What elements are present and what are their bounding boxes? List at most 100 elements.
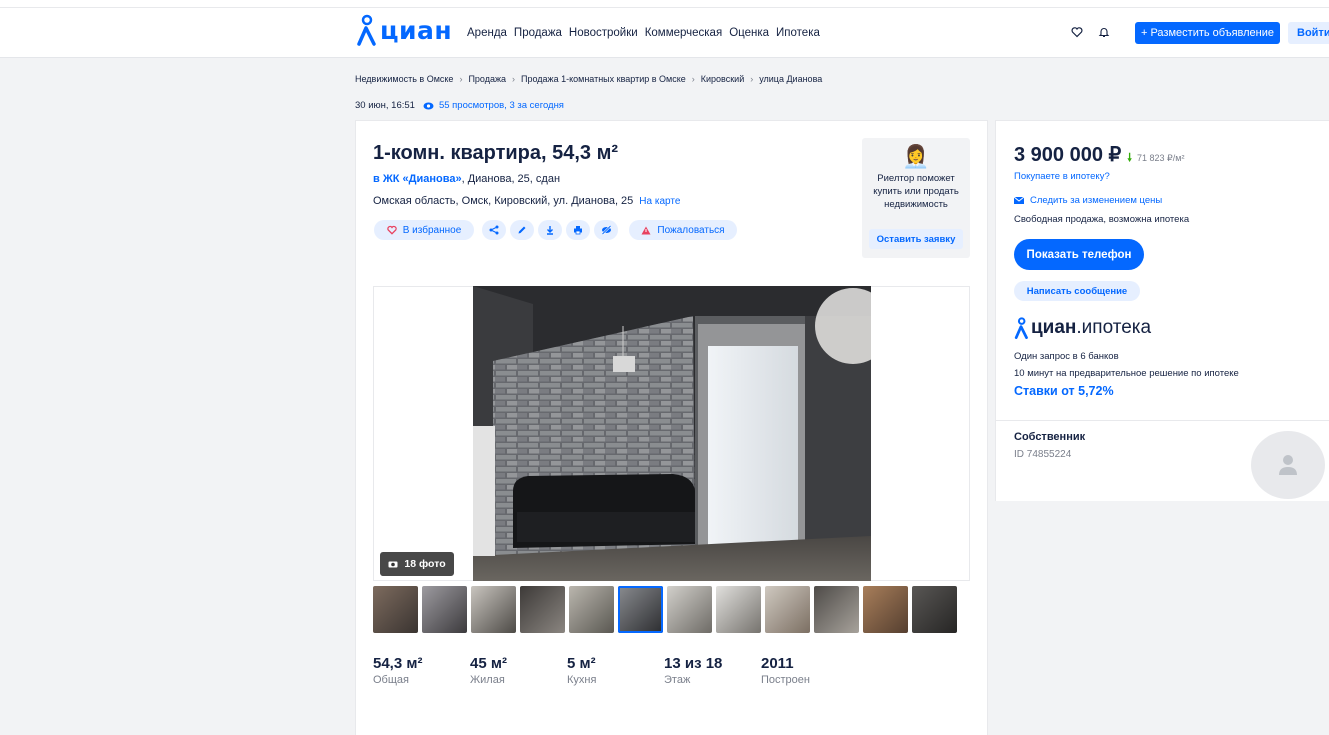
chevron-right-icon: ›: [750, 74, 754, 84]
price-down-arrow-icon: 🠗: [1127, 152, 1132, 164]
thumbnail[interactable]: [373, 586, 418, 633]
thumbnail[interactable]: [422, 586, 467, 633]
heart-icon[interactable]: [1071, 26, 1083, 38]
main-photo[interactable]: [473, 286, 871, 581]
thumbnail[interactable]: [863, 586, 908, 633]
owner-id: ID 74855224: [1014, 449, 1072, 460]
avatar: [1251, 431, 1325, 499]
favorite-button[interactable]: В избранное: [374, 220, 474, 240]
ipoteka-line-1: Один запрос в 6 банков: [1014, 351, 1119, 362]
thumbnail[interactable]: [912, 586, 957, 633]
print-button[interactable]: [566, 220, 590, 240]
main-nav: Аренда Продажа Новостройки Коммерческая …: [467, 27, 827, 39]
complex-link[interactable]: в ЖК «Дианова»: [373, 173, 462, 185]
thumbnail[interactable]: [520, 586, 565, 633]
listing-address: Омская область, Омск, Кировский, ул. Диа…: [373, 195, 680, 207]
bell-icon[interactable]: [1098, 26, 1110, 38]
nav-item-valuation[interactable]: Оценка: [729, 27, 769, 39]
thumbnail[interactable]: [716, 586, 761, 633]
cian-logo[interactable]: циан: [356, 12, 452, 46]
chevron-right-icon: ›: [459, 74, 463, 84]
breadcrumb-item[interactable]: Кировский: [701, 74, 744, 84]
complex-details: , Дианова, 25, сдан: [461, 173, 561, 185]
nav-item-rent[interactable]: Аренда: [467, 27, 507, 39]
post-ad-button[interactable]: + Разместить объявление: [1135, 22, 1280, 44]
breadcrumb-item[interactable]: Недвижимость в Омске: [355, 74, 453, 84]
photo-count-badge[interactable]: 18 фото: [380, 552, 454, 576]
thumbnail[interactable]: [471, 586, 516, 633]
price: 3 900 000 ₽ 🠗 71 823 ₽/м²: [1014, 142, 1184, 168]
write-message-button[interactable]: Написать сообщение: [1014, 281, 1140, 301]
cian-logo-icon: [1014, 317, 1028, 339]
breadcrumb-item[interactable]: улица Дианова: [759, 74, 822, 84]
report-button[interactable]: Пожаловаться: [629, 220, 737, 240]
publish-date: 30 июн, 16:51: [355, 100, 415, 111]
chevron-right-icon: ›: [691, 74, 695, 84]
favorite-label: В избранное: [402, 224, 462, 236]
thumbnail[interactable]: [569, 586, 614, 633]
nav-item-sale[interactable]: Продажа: [514, 27, 562, 39]
mortgage-rate-link[interactable]: Ставки от 5,72%: [1014, 384, 1114, 398]
breadcrumb-item[interactable]: Продажа 1-комнатных квартир в Омске: [521, 74, 686, 84]
fact-value: 2011: [761, 655, 794, 672]
views-count: 55 просмотров, 3 за сегодня: [438, 100, 564, 111]
address-text: Омская область, Омск, Кировский, ул. Диа…: [373, 195, 634, 207]
fact-total-area: 54,3 м² Общая: [373, 655, 470, 686]
thumbnail[interactable]: [667, 586, 712, 633]
follow-price-label: Следить за изменением цены: [1030, 195, 1163, 206]
views-link[interactable]: 55 просмотров, 3 за сегодня: [423, 100, 564, 111]
thumbnail[interactable]: [814, 586, 859, 633]
cian-ipoteka-logo[interactable]: циан .ипотека: [1014, 317, 1151, 339]
login-button[interactable]: Войти: [1288, 22, 1329, 44]
show-phone-button[interactable]: Показать телефон: [1014, 239, 1144, 270]
room-photo: [473, 286, 871, 581]
fact-label: Этаж: [664, 674, 691, 686]
map-link[interactable]: На карте: [639, 196, 680, 207]
hide-button[interactable]: [594, 220, 618, 240]
photo-count: 18 фото: [404, 558, 446, 570]
download-button[interactable]: [538, 220, 562, 240]
fact-value: 45 м²: [470, 655, 507, 672]
share-button[interactable]: [482, 220, 506, 240]
fact-label: Жилая: [470, 674, 505, 686]
heart-icon: [386, 225, 397, 235]
warning-icon: [641, 226, 651, 234]
breadcrumb: Недвижимость в Омске › Продажа › Продажа 1…: [355, 74, 822, 84]
nav-item-new-buildings[interactable]: Новостройки: [569, 27, 638, 39]
header-icons: [1071, 26, 1110, 38]
follow-price-link[interactable]: Следить за изменением цены: [1014, 195, 1162, 206]
nav-item-commercial[interactable]: Коммерческая: [645, 27, 723, 39]
breadcrumb-item[interactable]: Продажа: [468, 74, 506, 84]
price-per-sqm: 71 823 ₽/м²: [1137, 153, 1185, 163]
ipoteka-logo-bold: циан: [1031, 317, 1077, 338]
eye-icon: [423, 102, 434, 109]
ipoteka-logo-rest: .ипотека: [1076, 317, 1152, 338]
fact-living-area: 45 м² Жилая: [470, 655, 567, 686]
mortgage-link[interactable]: Покупаете в ипотеку?: [1014, 171, 1110, 182]
logo-text: циан: [380, 16, 453, 45]
fact-floor: 13 из 18 Этаж: [664, 655, 761, 686]
leave-request-button[interactable]: Оставить заявку: [869, 229, 963, 249]
fact-built-year: 2011 Построен: [761, 655, 858, 686]
share-icon: [489, 225, 499, 235]
nav-item-mortgage[interactable]: Ипотека: [776, 27, 820, 39]
thumbnail[interactable]: [618, 586, 663, 633]
fact-kitchen-area: 5 м² Кухня: [567, 655, 664, 686]
listing-complex: в ЖК «Дианова», Дианова, 25, сдан: [373, 173, 560, 185]
report-label: Пожаловаться: [657, 224, 725, 236]
camera-icon: [388, 561, 398, 568]
thumbnail[interactable]: [765, 586, 810, 633]
realtor-text: Риелтор поможет купить или продать недви…: [873, 173, 959, 210]
hide-icon: [601, 225, 611, 235]
price-value: 3 900 000 ₽: [1014, 144, 1122, 166]
realtor-promo: 👩‍💼 Риелтор поможет купить или продать н…: [862, 138, 970, 258]
realtor-avatar-icon: 👩‍💼: [902, 144, 930, 169]
fact-value: 5 м²: [567, 655, 596, 672]
user-icon: [1279, 455, 1297, 475]
download-icon: [547, 226, 553, 235]
thumbnail-strip: [373, 586, 957, 633]
owner-label: Собственник: [1014, 431, 1086, 443]
fact-value: 13 из 18: [664, 655, 723, 672]
edit-button[interactable]: [510, 220, 534, 240]
listing-meta: 30 июн, 16:51 55 просмотров, 3 за сегодн…: [355, 100, 564, 111]
